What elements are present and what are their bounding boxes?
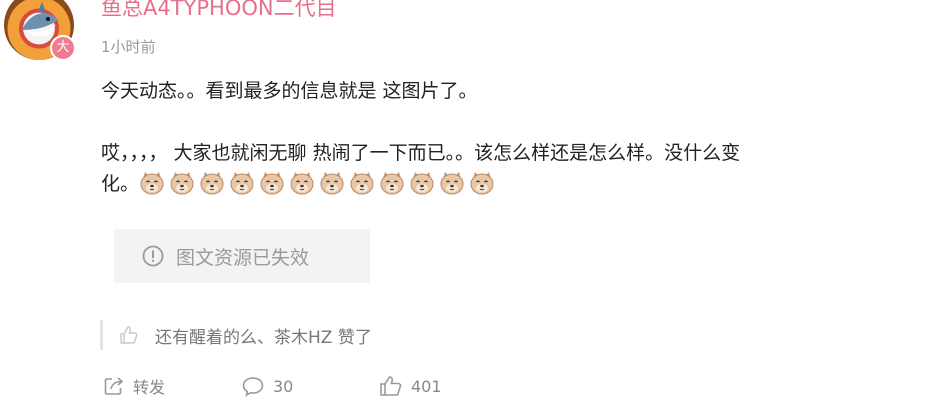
dog-face-emoji-icon xyxy=(349,170,375,196)
post-text-line: 化。 xyxy=(101,169,901,200)
likers-text: 还有醒着的么、茶木HZ 赞了 xyxy=(155,327,372,348)
post-text-line: 今天动态。。看到最多的信息就是 这图片了。 xyxy=(101,80,478,102)
thumbs-up-icon xyxy=(119,325,139,345)
post-text-line: 哎，，，， 大家也就闲无聊 热闹了一下而已。。该怎么样还是怎么样。没什么变 xyxy=(101,142,741,164)
media-placeholder: 图文资源已失效 xyxy=(114,229,370,283)
vip-badge: 大 xyxy=(50,35,76,61)
comment-count: 30 xyxy=(273,376,294,396)
warning-icon xyxy=(142,245,164,267)
post-text-fragment: 化。 xyxy=(101,173,140,195)
share-label: 转发 xyxy=(133,378,166,397)
dog-face-emoji-icon xyxy=(199,170,225,196)
emoji-row xyxy=(139,169,499,200)
dog-face-emoji-icon xyxy=(319,170,345,196)
like-count: 401 xyxy=(411,376,442,396)
share-icon xyxy=(104,377,124,395)
thumbs-up-icon xyxy=(380,376,402,396)
dog-face-emoji-icon xyxy=(139,170,165,196)
like-button[interactable]: 401 xyxy=(379,375,442,397)
dog-face-emoji-icon xyxy=(409,170,435,196)
likers-summary[interactable]: 还有醒着的么、茶木HZ 赞了 xyxy=(100,320,372,350)
comment-button[interactable]: 30 xyxy=(241,375,379,397)
post-time: 1小时前 xyxy=(101,38,156,56)
share-button[interactable]: 转发 xyxy=(103,374,241,398)
post-content: 今天动态。。看到最多的信息就是 这图片了。 哎，，，， 大家也就闲无聊 热闹了一… xyxy=(101,76,901,200)
dog-face-emoji-icon xyxy=(439,170,465,196)
dog-face-emoji-icon xyxy=(229,170,255,196)
comment-icon xyxy=(242,377,264,397)
dog-face-emoji-icon xyxy=(259,170,285,196)
dog-face-emoji-icon xyxy=(169,170,195,196)
action-bar: 转发 30 401 xyxy=(103,374,442,398)
dog-face-emoji-icon xyxy=(469,170,495,196)
username[interactable]: 鱼总A4TYPHOON二代目 xyxy=(101,0,337,22)
dog-face-emoji-icon xyxy=(379,170,405,196)
media-failed-text: 图文资源已失效 xyxy=(176,246,310,269)
dog-face-emoji-icon xyxy=(289,170,315,196)
